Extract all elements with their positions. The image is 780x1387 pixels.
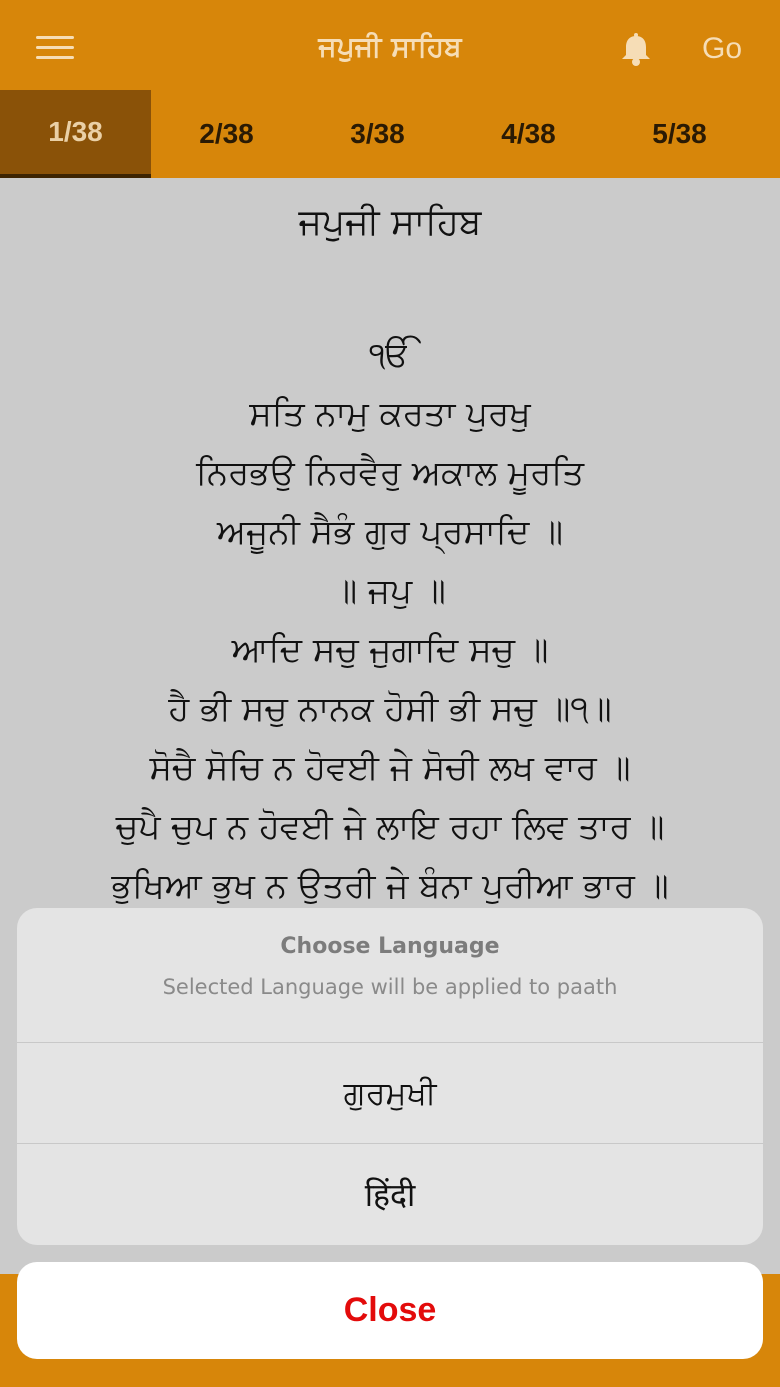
verse-line: ਸਤਿ ਨਾਮੁ ਕਰਤਾ ਪੁਰਖੁ bbox=[249, 394, 531, 434]
bell-icon[interactable] bbox=[616, 30, 656, 70]
verse-line: ਸੋਚੈ ਸੋਚਿ ਨ ਹੋਵਈ ਜੇ ਸੋਚੀ ਲਖ ਵਾਰ ॥ bbox=[149, 748, 631, 788]
tab-page-2[interactable]: 2/38 bbox=[151, 90, 302, 178]
language-action-sheet: Choose Language Selected Language will b… bbox=[17, 908, 763, 1245]
tab-page-5[interactable]: 5/38 bbox=[604, 90, 755, 178]
verse-line: ॥ ਜਪੁ ॥ bbox=[334, 571, 446, 611]
paath-title: ਜਪੁਜੀ ਸਾਹਿਬ bbox=[298, 202, 482, 243]
verse-line: ਭੁਖਿਆ ਭੁਖ ਨ ਉਤਰੀ ਜੇ ਬੰਨਾ ਪੁਰੀਆ ਭਾਰ ॥ bbox=[111, 866, 669, 906]
tab-page-3[interactable]: 3/38 bbox=[302, 90, 453, 178]
app-title: ਜਪੁਜੀ ਸਾਹਿਬ bbox=[318, 30, 462, 63]
verse-line: ਚੁਪੈ ਚੁਪ ਨ ਹੋਵਈ ਜੇ ਲਾਇ ਰਹਾ ਲਿਵ ਤਾਰ ॥ bbox=[115, 807, 665, 847]
action-sheet-title: Choose Language bbox=[280, 934, 500, 959]
verse-line: ੴ bbox=[369, 335, 411, 375]
paath-content[interactable]: ਜਪੁਜੀ ਸਾਹਿਬ ੴ ਸਤਿ ਨਾਮੁ ਕਰਤਾ ਪੁਰਖੁ ਨਿਰਭਉ … bbox=[0, 178, 780, 908]
verse-list: ੴ ਸਤਿ ਨਾਮੁ ਕਰਤਾ ਪੁਰਖੁ ਨਿਰਭਉ ਨਿਰਵੈਰੁ ਅਕਾਲ… bbox=[0, 326, 780, 908]
app-header: ਜਪੁਜੀ ਸਾਹਿਬ Go bbox=[0, 0, 780, 90]
page-tabs: 1/38 2/38 3/38 4/38 5/38 bbox=[0, 90, 780, 178]
close-button[interactable]: Close bbox=[17, 1262, 763, 1359]
verse-line: ਹੈ ਭੀ ਸਚੁ ਨਾਨਕ ਹੋਸੀ ਭੀ ਸਚੁ ॥੧॥ bbox=[168, 689, 612, 729]
verse-line: ਅਜੂਨੀ ਸੈਭੰ ਗੁਰ ਪ੍ਰਸਾਦਿ ॥ bbox=[216, 512, 564, 552]
tab-page-4[interactable]: 4/38 bbox=[453, 90, 604, 178]
action-sheet-header: Choose Language Selected Language will b… bbox=[17, 908, 763, 1043]
action-sheet-subtitle: Selected Language will be applied to paa… bbox=[162, 975, 618, 999]
verse-line: ਆਦਿ ਸਚੁ ਜੁਗਾਦਿ ਸਚੁ ॥ bbox=[231, 630, 549, 670]
verse-line: ਨਿਰਭਉ ਨਿਰਵੈਰੁ ਅਕਾਲ ਮੂਰਤਿ bbox=[195, 453, 585, 493]
language-option-hindi[interactable]: हिंदी bbox=[17, 1144, 763, 1245]
go-button[interactable]: Go bbox=[702, 32, 742, 66]
tab-page-1[interactable]: 1/38 bbox=[0, 90, 151, 178]
language-option-gurmukhi[interactable]: ਗੁਰਮੁਖੀ bbox=[17, 1043, 763, 1144]
